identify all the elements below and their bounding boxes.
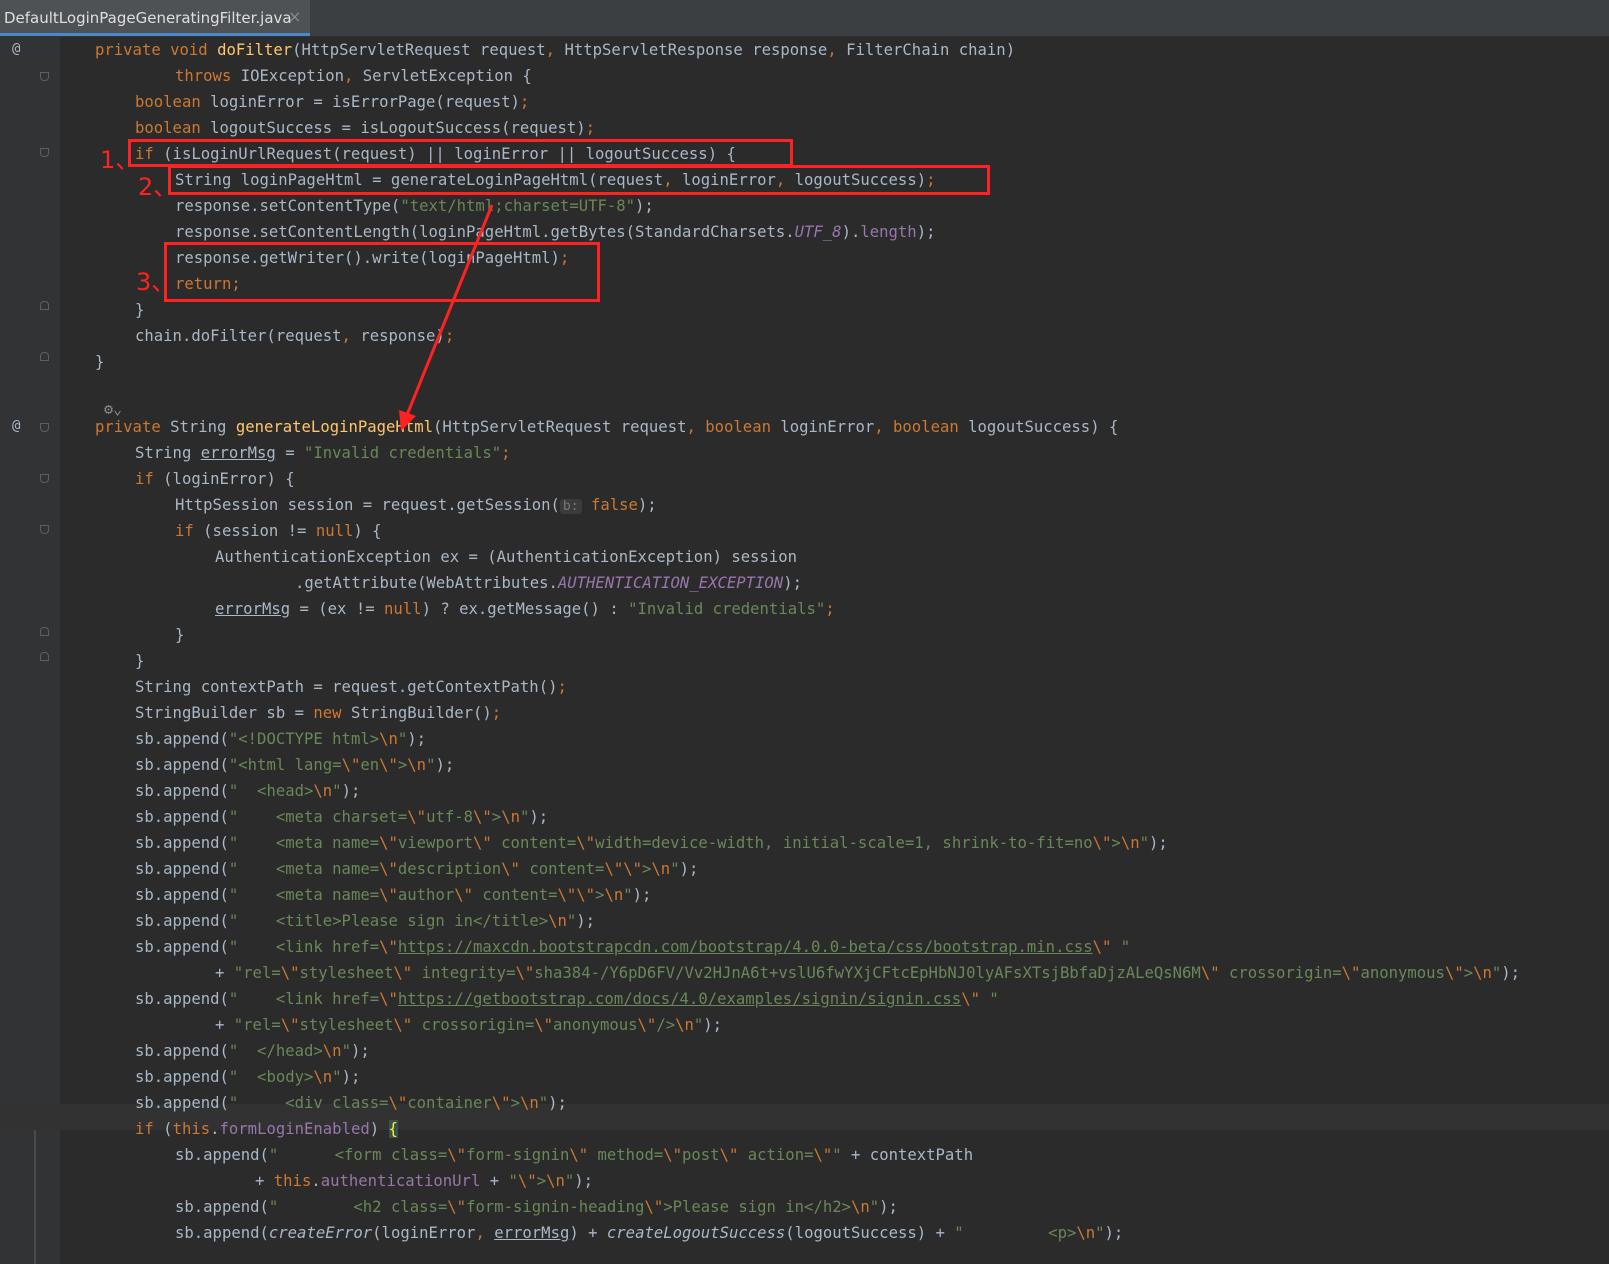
annotation-arrow xyxy=(399,204,494,431)
